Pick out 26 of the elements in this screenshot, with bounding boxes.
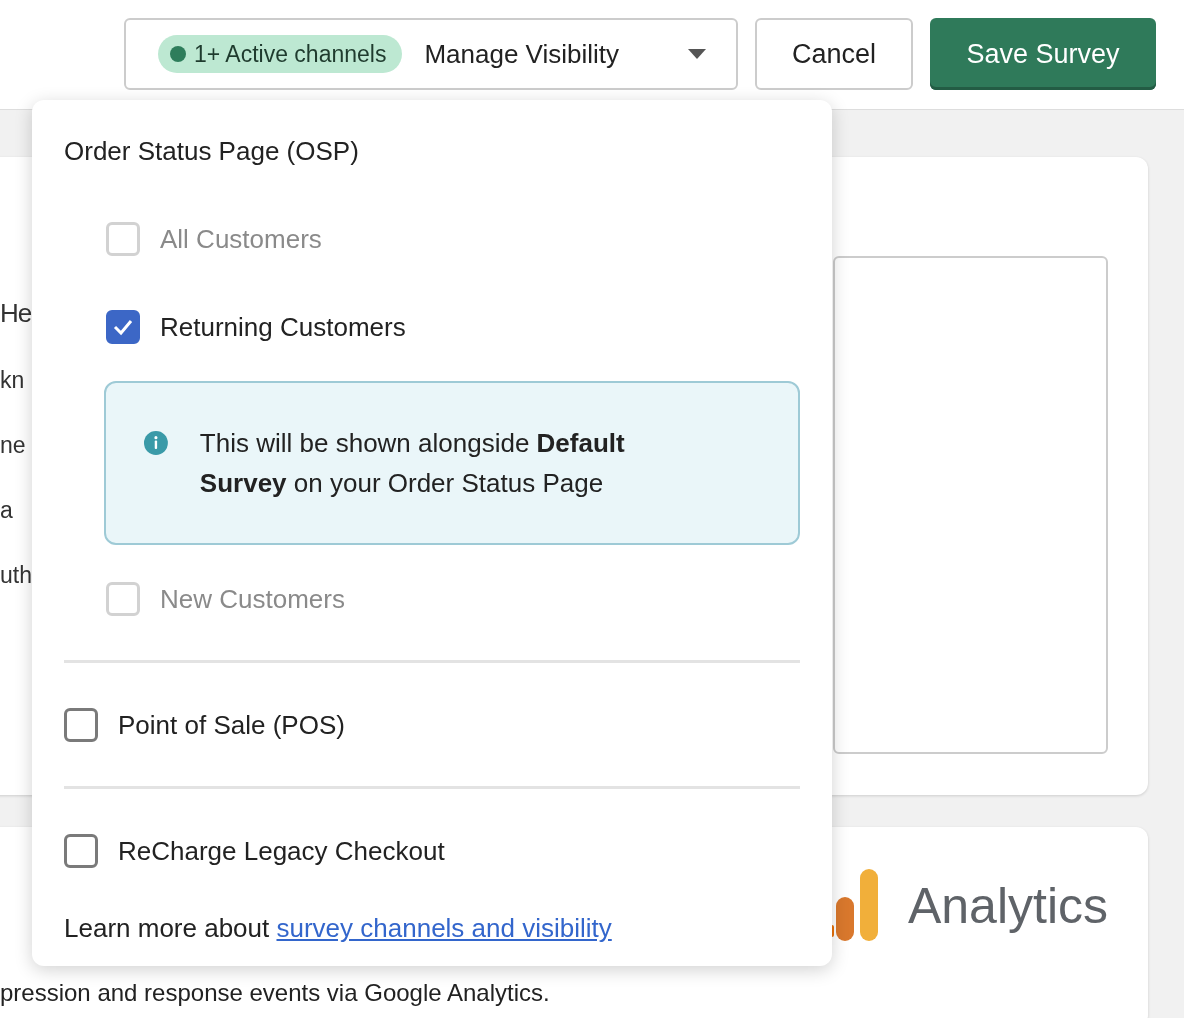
section-title: Order Status Page (OSP) bbox=[64, 136, 360, 167]
learn-more-text: Learn more about survey channels and visibility bbox=[64, 913, 613, 944]
info-text: This will be shown alongside Default Survey on your Order Status Page bbox=[199, 427, 626, 500]
caret-icon bbox=[688, 49, 706, 59]
analytics-logo-text: Analytics bbox=[907, 877, 1108, 935]
checkbox[interactable] bbox=[106, 310, 140, 344]
channels-link[interactable]: survey channels and visibility bbox=[276, 913, 612, 943]
cancel-button[interactable]: Cancel bbox=[755, 18, 913, 90]
checkbox[interactable] bbox=[64, 834, 98, 868]
active-channels-badge: 1+ Active channels bbox=[158, 35, 403, 73]
save-button[interactable]: Save Survey bbox=[930, 18, 1156, 90]
text-fragment: ne bbox=[0, 432, 27, 459]
text-fragment: a bbox=[0, 497, 14, 524]
manage-visibility-dropdown[interactable]: 1+ Active channels Manage Visibility bbox=[124, 18, 738, 90]
text-fragment: kn bbox=[0, 367, 26, 394]
checkbox-label: ReCharge Legacy Checkout bbox=[118, 835, 445, 867]
checkbox[interactable] bbox=[64, 708, 98, 742]
checkbox-label: All Customers bbox=[160, 223, 322, 255]
checkbox-label: Returning Customers bbox=[160, 311, 406, 343]
checkbox-label: New Customers bbox=[160, 583, 345, 615]
description-text: pression and response events via Google Analytics. bbox=[0, 979, 551, 1007]
bar-chart-logo-icon bbox=[829, 869, 878, 943]
check-icon bbox=[112, 318, 134, 336]
text-fragment: uth bbox=[0, 562, 30, 589]
text-fragment: He bbox=[0, 298, 30, 329]
checkbox-label: Point of Sale (POS) bbox=[118, 709, 345, 741]
